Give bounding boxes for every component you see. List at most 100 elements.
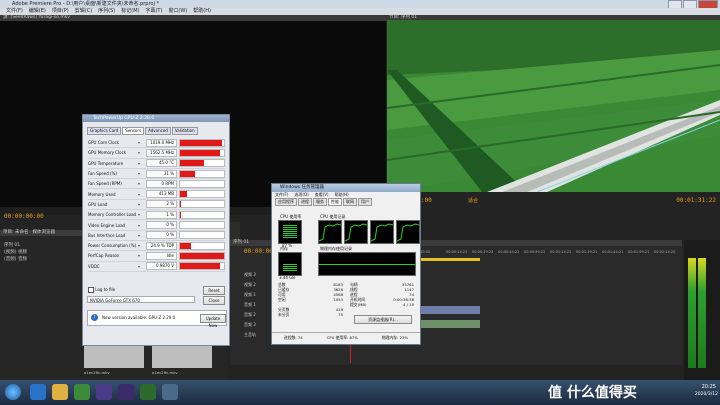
chevron-down-icon[interactable]: ▾	[138, 233, 146, 238]
menu-item[interactable]: 标记(M)	[121, 8, 139, 14]
menu-item[interactable]: 帮助(H)	[193, 8, 211, 14]
gpuz-title: TechPowerUp GPU-Z 2.28.0	[83, 115, 229, 122]
sensor-value: 1562.5 MHz	[146, 148, 177, 157]
close-gpuz-button[interactable]: Close	[203, 296, 225, 305]
menu-item[interactable]: 窗口(W)	[168, 8, 187, 14]
chevron-down-icon[interactable]: ▾	[138, 202, 146, 207]
clock-date[interactable]: 2020/3/12	[695, 392, 718, 397]
chevron-down-icon[interactable]: ▾	[138, 243, 146, 248]
list-item[interactable]: (视频) 视频	[4, 249, 27, 256]
status-processes: 进程数: 74	[283, 335, 303, 340]
menu-item[interactable]: 选项(O)	[294, 192, 308, 197]
menu-item[interactable]: 查看(V)	[315, 192, 329, 197]
ruler-tick-label: 00:02:14:20	[654, 250, 676, 254]
task-manager-title: Windows 任务管理器	[272, 184, 420, 192]
menu-item[interactable]: 剪辑(C)	[75, 8, 92, 14]
chevron-down-icon[interactable]: ▾	[138, 171, 146, 176]
chevron-down-icon[interactable]: ▾	[138, 212, 146, 217]
program-controls: 00:00:00:00 适合 00:01:31:22	[386, 192, 720, 210]
chevron-down-icon[interactable]: ▾	[138, 161, 146, 166]
gpu-select[interactable]: NVIDIA GeForce GTX 670	[87, 296, 195, 303]
chevron-down-icon[interactable]: ▾	[138, 181, 146, 186]
ruler-tick-label: 00:00	[420, 250, 431, 254]
log-to-file[interactable]: Log to file	[88, 287, 115, 293]
taskmgr-taskbar-icon[interactable]	[162, 384, 178, 400]
tab-graphics-card[interactable]: Graphics Card	[87, 127, 122, 135]
ruler-tick-label: 00:01:29:21	[576, 250, 598, 254]
sensor-graph	[179, 221, 225, 230]
memory-history-graph	[318, 252, 416, 276]
sensor-graph	[179, 231, 225, 240]
task-manager-tab[interactable]: 服务	[313, 198, 327, 206]
menu-item[interactable]: 帮助(H)	[335, 192, 349, 197]
ie-icon[interactable]	[30, 384, 46, 400]
tab-project[interactable]: 项目: 未命名	[3, 230, 28, 236]
kernel-memory-stats: 分页数 416 未分页 75	[278, 307, 343, 317]
list-item[interactable]: (音频) 音频	[4, 256, 27, 263]
task-manager-status: 进程数: 74 CPU 使用率: 87% 物理内存: 23%	[272, 332, 420, 343]
chevron-down-icon[interactable]: ▾	[138, 140, 146, 145]
explorer-icon[interactable]	[52, 384, 68, 400]
sensor-graph	[179, 241, 225, 250]
project-panel: 项目: 未命名 媒体浏览器 序列 01 (视频) 视频 (音频) 音频	[0, 230, 82, 380]
sensor-value: 31 %	[146, 169, 177, 178]
task-manager-tab[interactable]: 应用程序	[275, 198, 297, 206]
sensor-value: 0 %	[146, 231, 177, 240]
ruler-tick-label: 00:00:29:23	[472, 250, 494, 254]
log-checkbox[interactable]	[88, 287, 94, 293]
task-manager-tab[interactable]: 性能	[328, 198, 342, 206]
menu-item[interactable]: 字幕(T)	[145, 8, 162, 14]
clock-time[interactable]: 20:25	[702, 384, 716, 390]
app-icon[interactable]	[96, 384, 112, 400]
tab-advanced[interactable]: Advanced	[145, 127, 171, 135]
windows-taskbar: 值 什么值得买 20:25 2020/3/12	[0, 380, 720, 405]
gpuz-taskbar-icon[interactable]	[140, 384, 156, 400]
task-manager-tabs: 应用程序 进程 服务 性能 联网 用户	[272, 198, 420, 206]
info-icon: i	[91, 314, 98, 321]
update-now-button[interactable]: Update Now	[200, 314, 226, 328]
tab-media-browser[interactable]: 媒体浏览器	[32, 230, 55, 236]
task-manager-tab[interactable]: 联网	[343, 198, 357, 206]
tab-validation[interactable]: Validation	[171, 127, 198, 135]
sensor-graph	[179, 159, 225, 168]
source-timecode[interactable]: 00:00:00:00	[4, 213, 44, 220]
sensor-row: Fan Speed (RPM) ▾ 0 RPM	[88, 179, 225, 190]
chevron-down-icon[interactable]: ▾	[138, 264, 146, 269]
sensor-name: GPU Core Clock	[88, 140, 120, 146]
timeline-ruler[interactable]: 00:00 00:00:14:23 00:00:29:23 00:00:44:22 00…	[420, 248, 680, 258]
task-manager-tab[interactable]: 用户	[358, 198, 372, 206]
update-text: New version available: GPU-Z 2.29.0	[102, 315, 176, 320]
media-icon[interactable]	[74, 384, 90, 400]
menu-item[interactable]: 文件(F)	[275, 192, 288, 197]
sensor-value: 0 RPM	[146, 179, 177, 188]
fit-dropdown[interactable]: 适合	[468, 197, 478, 204]
tab-sensors[interactable]: Sensors	[122, 127, 145, 135]
start-button-icon[interactable]	[5, 384, 21, 400]
work-area-bar[interactable]	[420, 258, 480, 261]
audio-meters	[684, 240, 720, 380]
gpuz-tabs: Graphics Card Sensors Advanced Validatio…	[87, 127, 199, 135]
reset-button[interactable]: Reset	[203, 286, 225, 295]
sensor-name: GPU Temperature	[88, 160, 124, 166]
list-item[interactable]: 序列 01	[4, 242, 27, 249]
task-manager-window: Windows 任务管理器 文件(F) 选项(O) 查看(V) 帮助(H) 应用程序进…	[271, 183, 421, 345]
cpu-core-graph	[396, 220, 420, 244]
menu-item[interactable]: 序列(S)	[98, 8, 115, 14]
menu-item[interactable]: 编辑(E)	[29, 8, 46, 14]
chevron-down-icon[interactable]: ▾	[138, 192, 146, 197]
chevron-down-icon[interactable]: ▾	[138, 223, 146, 228]
sensor-graph	[179, 148, 225, 157]
premiere-icon[interactable]	[118, 384, 134, 400]
resource-monitor-button[interactable]: 资源监视器(R)...	[354, 315, 412, 324]
sensor-graph	[179, 190, 225, 199]
chevron-down-icon[interactable]: ▾	[138, 253, 146, 258]
menu-item[interactable]: 项目(P)	[52, 8, 69, 14]
stat-value: 1053	[333, 297, 343, 302]
chevron-down-icon[interactable]: ▾	[138, 150, 146, 155]
menu-item[interactable]: 文件(F)	[6, 8, 23, 14]
task-manager-tab[interactable]: 进程	[298, 198, 312, 206]
ruler-tick-label: 00:01:59:21	[628, 250, 650, 254]
sensor-graph	[179, 138, 225, 147]
sensor-value: 1019.0 MHz	[146, 138, 177, 147]
sensor-row: GPU Core Clock ▾ 1019.0 MHz	[88, 138, 225, 149]
